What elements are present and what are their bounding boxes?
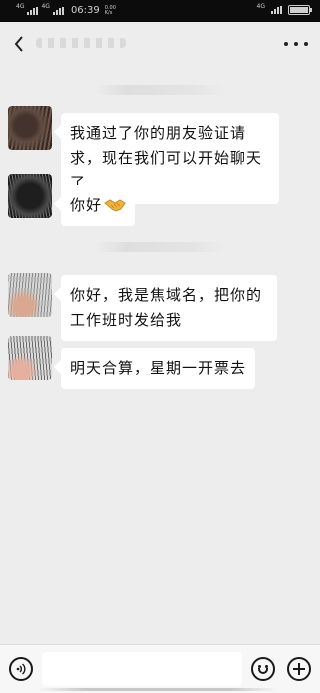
status-time: 06:39 xyxy=(70,5,100,16)
chevron-left-icon xyxy=(14,36,23,52)
timestamp-obscured xyxy=(95,85,225,95)
handshake-emoji-icon xyxy=(104,199,126,212)
signal-icon-2 xyxy=(52,6,64,15)
emoji-button[interactable] xyxy=(251,657,275,681)
signal-icon-right xyxy=(271,6,282,14)
plus-button[interactable] xyxy=(287,657,311,681)
message-text: 你好 xyxy=(70,196,103,214)
status-bar: 4G 4G 06:39 0.00 K/s 4G xyxy=(0,0,320,22)
network-type-label-2: 4G xyxy=(41,3,50,10)
avatar[interactable] xyxy=(8,174,52,218)
status-right: 4G xyxy=(256,2,312,15)
battery-icon xyxy=(288,5,312,15)
timestamp-obscured xyxy=(95,242,225,252)
input-bar xyxy=(0,644,320,693)
more-dot xyxy=(304,42,308,46)
signal-icon xyxy=(27,6,39,15)
message-bubble[interactable]: 你好，我是焦域名，把你的工作班时发给我 xyxy=(61,275,277,341)
network-type-right: 4G xyxy=(256,2,265,10)
more-button[interactable] xyxy=(284,36,308,52)
more-dots-icon xyxy=(284,42,288,46)
voice-icon xyxy=(16,663,26,675)
network-speed-unit: K/s xyxy=(104,9,113,16)
chat-header xyxy=(0,22,320,68)
message-text: 你好，我是焦域名，把你的工作班时发给我 xyxy=(70,286,263,329)
message-text: 明天合算，星期一开票去 xyxy=(70,359,247,377)
avatar[interactable] xyxy=(8,273,52,317)
voice-button[interactable] xyxy=(9,657,33,681)
battery-fill xyxy=(290,7,308,13)
back-button[interactable] xyxy=(8,32,30,56)
avatar[interactable] xyxy=(8,336,52,380)
message-input[interactable] xyxy=(42,652,242,686)
home-indicator xyxy=(38,688,278,691)
chat-title-obscured xyxy=(36,38,126,48)
message-bubble[interactable]: 你好 xyxy=(61,185,136,226)
more-dot xyxy=(294,42,298,46)
chat-messages[interactable]: 我通过了你的朋友验证请求，现在我们可以开始聊天了 你好 你好，我是焦域名，把你的… xyxy=(0,68,320,644)
message-bubble[interactable]: 明天合算，星期一开票去 xyxy=(61,348,256,389)
network-type-label: 4G xyxy=(16,3,25,10)
status-left: 4G 4G 06:39 0.00 K/s xyxy=(16,3,116,16)
network-speed: 0.00 K/s xyxy=(104,5,116,16)
avatar[interactable] xyxy=(8,106,52,150)
